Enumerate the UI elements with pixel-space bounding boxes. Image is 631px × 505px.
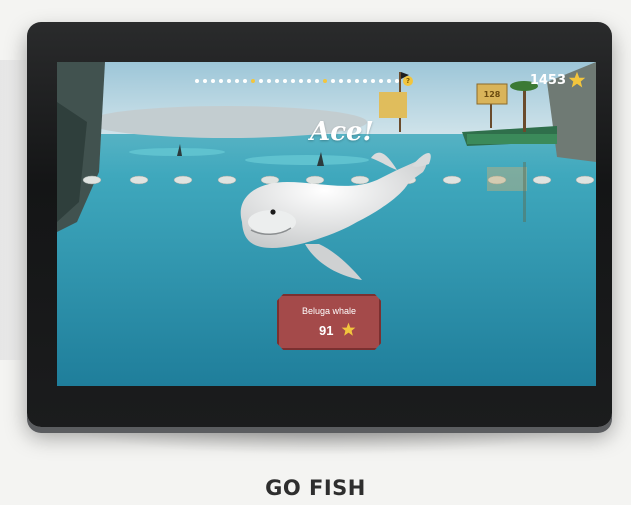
progress-dot [291,79,295,83]
star-icon [341,322,356,336]
palm-reflection [523,162,526,222]
progress-dot [323,79,327,83]
score-counter: 1453 [529,73,566,88]
progress-dot [299,79,303,83]
ship-sail [379,92,407,118]
island-top [467,134,557,144]
app-title: GO FISH [265,476,366,500]
catch-card[interactable]: Beluga whale 91 [277,294,381,350]
progress-dot [227,79,231,83]
progress-dot [379,79,383,83]
catch-points: 91 [319,323,334,338]
progress-dot [259,79,263,83]
progress-dot [235,79,239,83]
sign-reflection [487,167,527,191]
progress-dot [267,79,271,83]
game-screen[interactable]: 128 ? 1453 Ace! Beluga whale 91 [57,62,596,386]
progress-dot [347,79,351,83]
shallow-patch [129,148,225,156]
level-progress-track: ? [195,76,413,86]
progress-dot [243,79,247,83]
tablet-shadow [60,425,580,455]
progress-dot [283,79,287,83]
progress-dot [307,79,311,83]
progress-dot [371,79,375,83]
progress-dot [219,79,223,83]
progress-dot [387,79,391,83]
progress-dot [339,79,343,83]
progress-dot [315,79,319,83]
distance-sign-label: 128 [484,90,501,99]
star-icon [568,71,586,88]
progress-dot [251,79,255,83]
progress-dot [363,79,367,83]
progress-dot [331,79,335,83]
feedback-text: Ace! [310,117,374,147]
palm-trunk [523,87,526,132]
progress-dot [355,79,359,83]
progress-dot [211,79,215,83]
shallow-patch [245,155,369,165]
progress-dot [195,79,199,83]
progress-dot [203,79,207,83]
catch-name: Beluga whale [301,306,357,316]
progress-end-marker: ? [403,76,413,86]
progress-dot [275,79,279,83]
progress-dot [395,79,399,83]
